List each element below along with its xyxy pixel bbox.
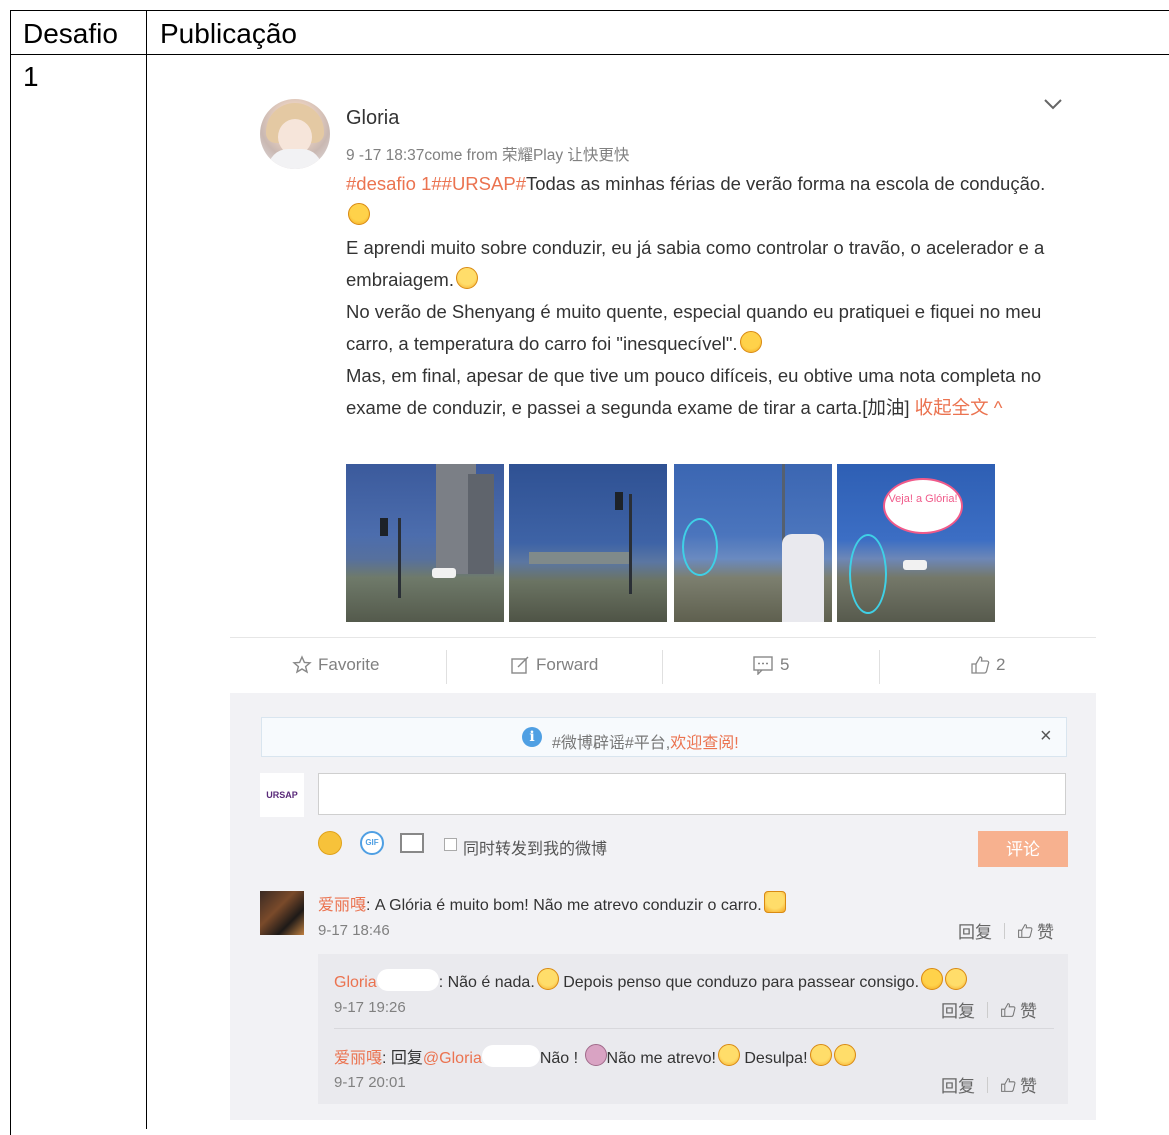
reply-text-part: Não me atrevo! <box>606 1050 716 1067</box>
column-header-publicacao: Publicação <box>160 18 297 49</box>
table-header-divider <box>10 54 1169 55</box>
tongue-emoji-icon <box>833 1044 856 1066</box>
submit-comment-button[interactable]: 评论 <box>978 831 1068 867</box>
reply-button[interactable]: 回复 <box>958 918 992 943</box>
comment-icon <box>753 656 773 675</box>
reply-text-part: Não ! <box>539 1050 583 1067</box>
star-icon <box>292 655 312 674</box>
post-line-3: No verão de Shenyang é muito quente, esp… <box>346 301 1042 354</box>
laughing-emoji-icon <box>945 968 968 990</box>
comment-count: 5 <box>780 655 790 674</box>
post-body: #desafio 1##URSAP#Todas as minhas férias… <box>346 168 1061 424</box>
redacted-mark <box>376 969 439 991</box>
photo-speech-bubble: Veja! a Glória! <box>883 478 963 534</box>
reply-actions: 回复 赞 <box>941 1072 1037 1097</box>
action-divider <box>446 650 447 684</box>
crying-emoji-icon <box>348 203 370 225</box>
comment-time: 9-17 18:46 <box>318 922 390 939</box>
reply-button[interactable]: 回复 <box>941 1072 975 1097</box>
thumbs-up-icon[interactable] <box>1000 1077 1016 1093</box>
action-divider <box>879 650 880 684</box>
reply-button[interactable]: 回复 <box>941 997 975 1022</box>
comment-button[interactable]: 5 <box>752 655 789 675</box>
reply-author[interactable]: Gloria <box>334 974 377 991</box>
comment-actions: 回复 赞 <box>958 918 1054 943</box>
person-emoji-icon <box>584 1044 607 1066</box>
tongue-emoji-icon <box>717 1044 740 1066</box>
reply-author[interactable]: 爱丽嘎 <box>334 1050 382 1067</box>
reply-text-part: Desulpa! <box>739 1050 808 1067</box>
thumbs-up-icon[interactable] <box>1000 1002 1016 1018</box>
emoji-picker-icon[interactable] <box>318 831 342 855</box>
sweat-emoji-icon <box>739 331 762 353</box>
like-reply-button[interactable]: 赞 <box>1020 1072 1037 1097</box>
collapse-text-link[interactable]: 收起全文 ^ <box>915 397 1003 418</box>
forward-button[interactable]: Forward <box>510 655 598 675</box>
comment-author[interactable]: 爱丽嘎 <box>318 897 366 914</box>
comment-text: : A Glória é muito bom! Não me atrevo co… <box>366 897 762 914</box>
post-line-2: E aprendi muito sobre conduzir, eu já sa… <box>346 237 1045 290</box>
chevron-down-icon[interactable] <box>1042 96 1064 112</box>
favorite-button[interactable]: Favorite <box>292 655 379 675</box>
favorite-label: Favorite <box>318 655 380 674</box>
commenter-avatar[interactable] <box>260 891 304 935</box>
like-count: 2 <box>996 655 1006 674</box>
post-line-1: Todas as minhas férias de verão forma na… <box>525 173 1046 194</box>
also-repost-checkbox[interactable] <box>444 838 457 851</box>
comment-input[interactable] <box>318 773 1066 815</box>
post-username[interactable]: Gloria <box>346 107 399 130</box>
reply-mention[interactable]: @Gloria <box>423 1050 482 1067</box>
notice-link[interactable]: 欢迎查阅! <box>670 735 738 752</box>
card-divider <box>230 637 1096 638</box>
table-column-divider <box>146 10 147 1129</box>
post-photo[interactable] <box>509 464 667 622</box>
thumbs-up-icon[interactable] <box>1017 923 1033 939</box>
image-upload-icon[interactable] <box>400 833 424 853</box>
commenter-logo: URSAP <box>260 773 304 817</box>
reply-actions: 回复 赞 <box>941 997 1037 1022</box>
laughing-emoji-icon <box>455 267 478 289</box>
info-icon: i <box>522 727 542 747</box>
column-header-desafio: Desafio <box>23 18 118 49</box>
crying-emoji-icon <box>921 968 944 990</box>
post-photo[interactable]: Veja! a Glória! <box>837 464 995 622</box>
reply-time: 9-17 20:01 <box>334 1074 406 1091</box>
reply-text-part: Depois penso que conduzo para passear co… <box>558 974 920 991</box>
tongue-emoji-icon <box>809 1044 832 1066</box>
reply-item: Gloria : Não é nada. Depois penso que con… <box>334 968 968 992</box>
row-id: 1 <box>23 61 39 92</box>
post-photo[interactable] <box>346 464 504 622</box>
reply-time: 9-17 19:26 <box>334 999 406 1016</box>
comment-item: 爱丽嘎: A Glória é muito bom! Não me atrevo… <box>318 891 786 915</box>
smile-emoji-icon <box>536 968 559 990</box>
also-repost-label: 同时转发到我的微博 <box>463 841 608 858</box>
post-photo[interactable] <box>674 464 832 622</box>
reply-item: 爱丽嘎: 回复@Gloria Não ! Não me atrevo! Desul… <box>334 1044 856 1068</box>
notice-text: #微博辟谣#平台,欢迎查阅! <box>552 729 739 753</box>
redacted-mark <box>481 1045 540 1067</box>
user-avatar[interactable] <box>260 99 330 169</box>
post-hashtag[interactable]: #desafio 1##URSAP# <box>346 173 526 194</box>
close-icon[interactable]: × <box>1040 725 1052 748</box>
forward-icon <box>511 656 529 674</box>
reply-text-part: : Não é nada. <box>438 974 535 991</box>
gif-icon[interactable]: GIF <box>360 831 384 855</box>
thumbs-up-emoji-icon <box>763 891 786 913</box>
like-reply-button[interactable]: 赞 <box>1020 997 1037 1022</box>
like-comment-button[interactable]: 赞 <box>1037 918 1054 943</box>
reply-divider <box>334 1028 1054 1029</box>
forward-label: Forward <box>536 655 599 674</box>
like-button[interactable]: 2 <box>970 655 1005 675</box>
notice-tag[interactable]: #微博辟谣#平台, <box>552 735 670 752</box>
post-meta: 9 -17 18:37come from 荣耀Play 让快更快 <box>346 147 630 164</box>
action-divider <box>662 650 663 684</box>
reply-text-part: : 回复 <box>382 1050 423 1067</box>
thumbs-up-icon <box>971 656 990 674</box>
